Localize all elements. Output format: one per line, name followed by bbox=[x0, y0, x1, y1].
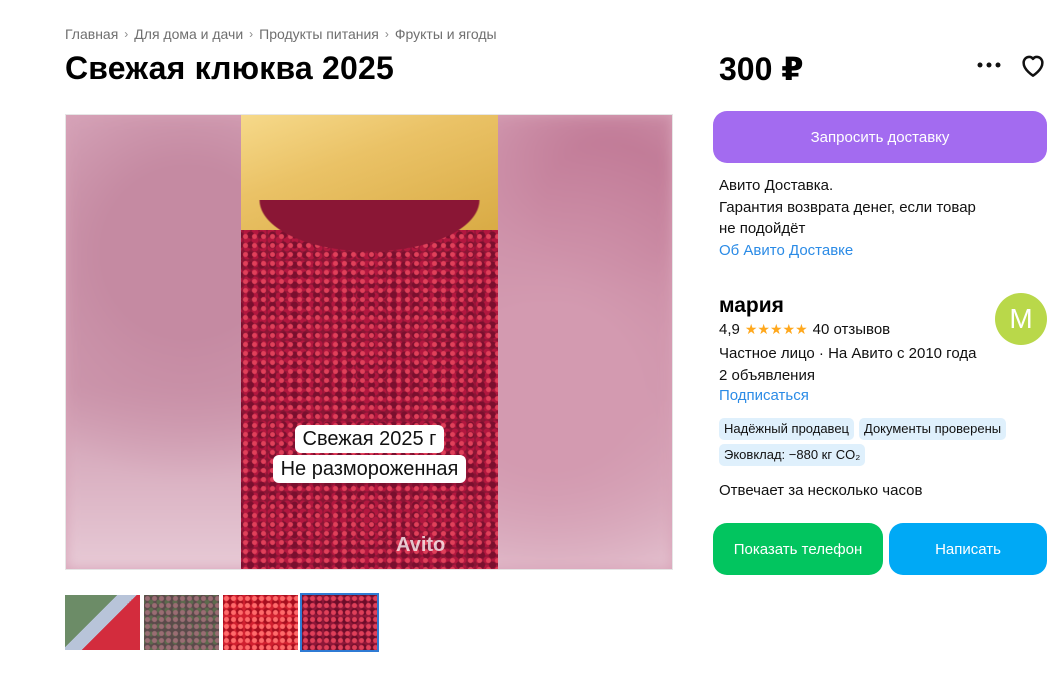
delivery-line3: не подойдёт bbox=[719, 220, 806, 237]
thumbnail-4[interactable] bbox=[300, 593, 379, 652]
star-rating-icon: ★★★★★ bbox=[744, 321, 808, 337]
thumbnail-3[interactable] bbox=[223, 595, 298, 650]
badge-documents-verified[interactable]: Документы проверены bbox=[859, 418, 1007, 440]
thumbnail-strip bbox=[65, 593, 379, 652]
seller-meta: Частное лицо · На Авито с 2010 года 2 об… bbox=[719, 343, 976, 387]
delivery-line1: Авито Доставка. bbox=[719, 177, 834, 194]
delivery-info: Авито Доставка. Гарантия возврата денег,… bbox=[719, 175, 1019, 261]
favorite-heart-icon[interactable] bbox=[1018, 50, 1048, 80]
write-message-button[interactable]: Написать bbox=[889, 523, 1047, 575]
badge-eco-contribution[interactable]: Эковклад: −880 кг CO₂ bbox=[719, 444, 866, 466]
about-delivery-link[interactable]: Об Авито Доставке bbox=[719, 240, 1019, 262]
breadcrumb-food[interactable]: Продукты питания bbox=[259, 26, 379, 42]
page-title: Свежая клюква 2025 bbox=[65, 50, 394, 86]
photo-caption-line1: Свежая 2025 г bbox=[294, 425, 445, 453]
response-time: Отвечает за несколько часов bbox=[719, 482, 923, 499]
seller-name[interactable]: мария bbox=[719, 294, 784, 318]
more-options-icon[interactable] bbox=[976, 54, 1002, 76]
avito-watermark: Avito bbox=[396, 534, 446, 556]
seller-type-since: Частное лицо · На Авито с 2010 года bbox=[719, 345, 977, 362]
breadcrumb-home-garden[interactable]: Для дома и дачи bbox=[134, 26, 243, 42]
rating-value: 4,9 bbox=[719, 321, 740, 338]
request-delivery-button[interactable]: Запросить доставку bbox=[713, 111, 1047, 163]
chevron-right-icon: › bbox=[124, 27, 129, 41]
subscribe-link[interactable]: Подписаться bbox=[719, 387, 809, 404]
seller-rating: 4,9 ★★★★★ 40 отзывов bbox=[719, 321, 890, 338]
breadcrumb: Главная › Для дома и дачи › Продукты пит… bbox=[65, 26, 497, 42]
thumbnail-1[interactable] bbox=[65, 595, 140, 650]
photo-bag bbox=[241, 115, 498, 260]
photo-caption: Свежая 2025 г Не размороженная bbox=[241, 425, 498, 483]
chevron-right-icon: › bbox=[249, 27, 254, 41]
reviews-link[interactable]: 40 отзывов bbox=[813, 321, 891, 338]
main-photo[interactable]: Свежая 2025 г Не размороженная Avito bbox=[65, 114, 673, 570]
badge-reliable-seller[interactable]: Надёжный продавец bbox=[719, 418, 854, 440]
breadcrumb-home[interactable]: Главная bbox=[65, 26, 118, 42]
seller-badges: Надёжный продавец Документы проверены Эк… bbox=[719, 418, 1039, 466]
avatar[interactable]: M bbox=[995, 293, 1047, 345]
seller-ads-count: 2 объявления bbox=[719, 367, 815, 384]
price: 300 ₽ bbox=[719, 51, 804, 87]
breadcrumb-fruits-berries[interactable]: Фрукты и ягоды bbox=[395, 26, 497, 42]
show-phone-button[interactable]: Показать телефон bbox=[713, 523, 883, 575]
delivery-line2: Гарантия возврата денег, если товар bbox=[719, 198, 976, 216]
photo-caption-line2: Не размороженная bbox=[272, 455, 467, 483]
thumbnail-2[interactable] bbox=[144, 595, 219, 650]
cranberry-photo: Свежая 2025 г Не размороженная bbox=[241, 115, 498, 569]
chevron-right-icon: › bbox=[384, 27, 389, 41]
